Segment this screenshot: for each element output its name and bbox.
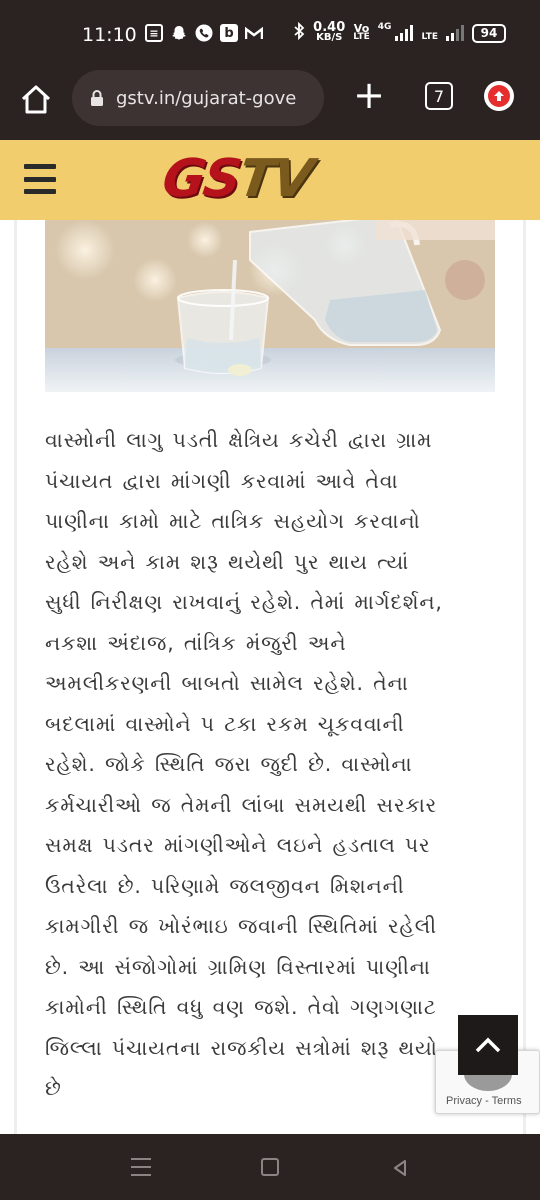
phone-screen: 11:10 ≡ b 0.40 KB/S Vo LTE 4G LTE 94 gst… [0, 0, 540, 1200]
card-border-left [14, 220, 17, 1134]
terms-link[interactable]: Terms [492, 1095, 522, 1107]
article-image [45, 220, 495, 392]
recaptcha-links: Privacy - Terms [446, 1095, 522, 1107]
chevron-up-icon [475, 1037, 501, 1053]
home-icon[interactable] [261, 1158, 279, 1176]
card-border-right [523, 220, 526, 1134]
link-separator: - [482, 1095, 492, 1107]
scroll-to-top-button[interactable] [458, 1015, 518, 1075]
back-icon[interactable] [390, 1158, 410, 1178]
water-glass-pitcher-photo [45, 220, 495, 392]
recents-icon[interactable] [131, 1158, 151, 1176]
privacy-link[interactable]: Privacy [446, 1095, 482, 1107]
system-nav-bar [0, 1134, 540, 1200]
content-viewport: વાસ્મોની લાગુ પડતી ક્ષેત્રિય કચેરી દ્વાર… [0, 0, 540, 1134]
article-body: વાસ્મોની લાગુ પડતી ક્ષેત્રિય કચેરી દ્વાર… [45, 428, 443, 1100]
